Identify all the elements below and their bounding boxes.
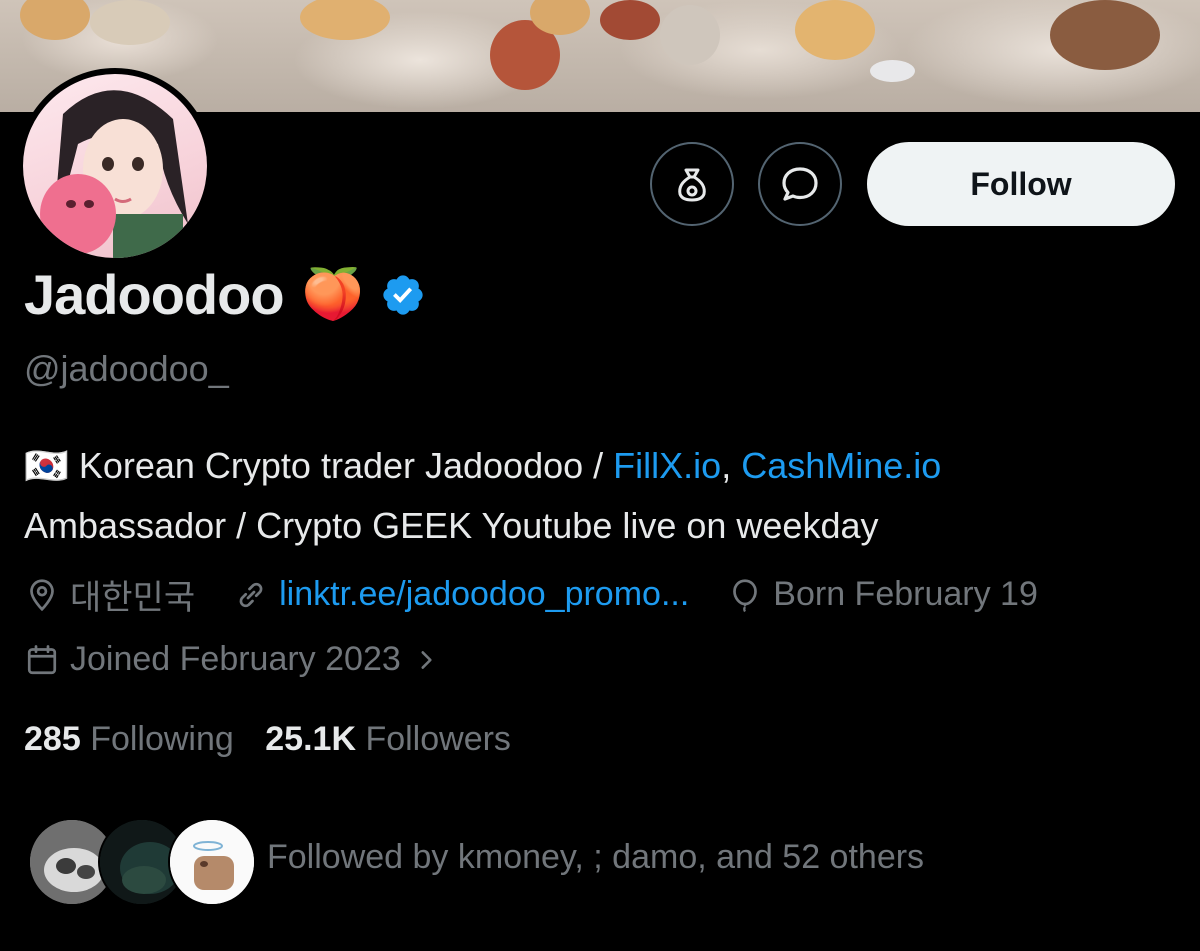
avatar-image xyxy=(23,74,207,258)
banner-cat-figure xyxy=(660,5,720,65)
profile-avatar[interactable] xyxy=(17,68,213,264)
followed-by-text[interactable]: Followed by kmoney, ; damo, and 52 other… xyxy=(267,838,924,877)
profile-joined-row[interactable]: Joined February 2023 xyxy=(24,640,487,679)
korea-flag-emoji: 🇰🇷 xyxy=(24,445,69,486)
birthday-text: Born February 19 xyxy=(773,575,1038,613)
location-text: 대한민국 xyxy=(70,579,196,617)
location-pin-icon xyxy=(30,578,54,611)
follow-stats: 285 Following 25.1K Followers xyxy=(24,720,511,759)
bio-text: Korean Crypto trader Jadoodoo / xyxy=(68,445,614,486)
chevron-right-icon xyxy=(421,650,432,669)
following-count: 285 xyxy=(24,720,81,758)
joined-text: Joined February 2023 xyxy=(70,640,401,678)
bio-separator: , xyxy=(721,445,742,486)
banner-shiba-figure xyxy=(20,0,90,40)
website-item[interactable]: linktr.ee/jadoodoo_promo... xyxy=(233,575,689,614)
followers-label: Followers xyxy=(365,720,511,758)
website-link[interactable]: linktr.ee/jadoodoo_promo... xyxy=(279,575,689,614)
bio-line-2: Ambassador / Crypto GEEK Youtube live on… xyxy=(24,505,879,546)
follow-button[interactable]: Follow xyxy=(867,142,1175,226)
following-label: Following xyxy=(90,720,234,758)
banner-bear-figure xyxy=(1050,0,1160,70)
bio-line-1: 🇰🇷 Korean Crypto trader Jadoodoo / FillX… xyxy=(24,436,1184,496)
verified-badge-icon[interactable] xyxy=(380,272,426,318)
profile-handle: @jadoodoo_ xyxy=(24,348,229,389)
banner-fish-figure xyxy=(870,60,915,82)
profile-meta-row: 대한민국 linktr.ee/jadoodoo_promo... Born Fe… xyxy=(24,570,1076,619)
bio-link-fillx[interactable]: FillX.io xyxy=(613,445,721,486)
money-bag-icon xyxy=(678,168,706,202)
peach-emoji: 🍑 xyxy=(301,266,364,322)
followers-link[interactable]: 25.1K Followers xyxy=(265,720,511,758)
banner-shiba-figure xyxy=(795,0,875,60)
banner-shiba-figure xyxy=(300,0,390,40)
balloon-icon xyxy=(733,578,758,612)
birthday-item: Born February 19 xyxy=(727,575,1038,614)
tip-button[interactable] xyxy=(650,142,734,226)
profile-name-row: Jadoodoo 🍑 xyxy=(24,262,426,327)
followed-by-avatars[interactable] xyxy=(28,818,256,908)
joined-item[interactable]: Joined February 2023 xyxy=(24,640,449,679)
bio-link-cashmine[interactable]: CashMine.io xyxy=(741,445,941,486)
message-button[interactable] xyxy=(758,142,842,226)
link-icon xyxy=(239,582,263,607)
display-name: Jadoodoo xyxy=(24,263,285,326)
followers-count: 25.1K xyxy=(265,720,356,758)
banner-cat-figure xyxy=(90,0,170,45)
calendar-icon xyxy=(27,644,57,674)
follower-avatar-bear xyxy=(168,818,256,906)
message-bubble-icon xyxy=(782,167,818,201)
following-link[interactable]: 285 Following xyxy=(24,720,243,758)
banner-redpanda-figure xyxy=(600,0,660,40)
location-item: 대한민국 xyxy=(24,570,195,619)
profile-bio: 🇰🇷 Korean Crypto trader Jadoodoo / FillX… xyxy=(24,436,1184,556)
